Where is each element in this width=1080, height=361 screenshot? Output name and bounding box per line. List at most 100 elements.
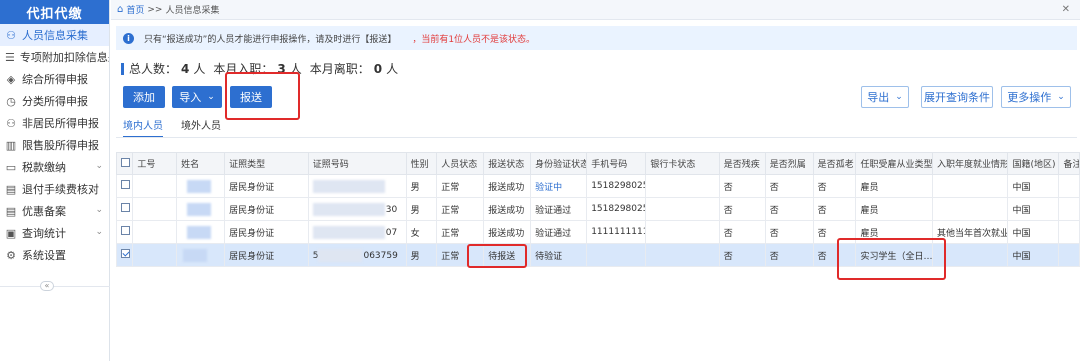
redacted-name [187,179,212,193]
chevron-down-icon: ⌄ [1057,92,1065,102]
sidebar-item-label: 非居民所得申报 [22,117,99,130]
employee-id-cell [132,174,178,198]
stats-left-unit: 人 [386,62,399,76]
id-number-cell [307,174,407,198]
gear-icon: ⚙ [6,248,16,262]
more-actions-label: 更多操作 [1007,91,1052,104]
stats-total-label: 总人数： [129,62,178,76]
cell-nation: 中国 [1007,243,1060,267]
sidebar-item-6[interactable]: ▭ 税款缴纳 ⌄ [0,156,109,178]
stats-total-unit: 人 [193,62,206,76]
row-select-cell[interactable] [115,197,134,221]
column-header[interactable]: 姓名 [176,152,226,175]
column-header[interactable]: 报送状态 [483,152,532,175]
cell-gender: 男 [405,174,438,198]
row-checkbox[interactable] [121,203,130,212]
column-header[interactable]: 是否孤老 [812,152,857,175]
close-tab-icon[interactable]: ✕ [1062,4,1070,15]
collapse-sidebar-button[interactable]: « [40,281,54,291]
home-icon[interactable]: ⌂ [117,4,123,15]
cell-gender: 男 [405,243,438,267]
row-select-cell[interactable] [115,220,134,244]
column-header[interactable]: 是否残疾 [718,152,766,175]
sidebar-item-8[interactable]: ▤ 优惠备案 ⌄ [0,200,109,222]
column-header[interactable]: 任职受雇从业类型 [855,152,933,175]
id-number-tail: 07 [385,227,398,238]
sidebar-item-1[interactable]: ☰ 专项附加扣除信息采集 [0,46,109,68]
redacted-name [187,225,212,239]
sidebar-item-7[interactable]: ▤ 退付手续费核对 [0,178,109,200]
cell-id_type: 居民身份证 [224,220,309,244]
sidebar-item-label: 退付手续费核对 [22,183,99,196]
tab-overseas[interactable]: 境外人员 [181,117,221,138]
import-button[interactable]: 导入 ⌄ [172,86,222,108]
row-select-cell[interactable] [115,174,134,198]
cell-verify[interactable]: 验证中 [530,174,588,198]
row-checkbox[interactable] [121,249,130,258]
row-checkbox[interactable] [121,180,130,189]
breadcrumb-home[interactable]: 首页 [126,3,144,16]
cell-id_type: 居民身份证 [224,197,309,221]
cell-id_type: 居民身份证 [224,243,309,267]
row-select-cell[interactable] [115,243,134,267]
table-row[interactable]: 居民身份证30男正常报送成功验证通过15182980259否否否雇员中国 [115,197,1080,221]
redacted-id-number [312,179,385,193]
more-actions-button[interactable]: 更多操作 ⌄ [1001,86,1071,108]
main-content: ⌂ 首页 >> 人员信息采集 ✕ i 只有“报送成功”的人员才能进行申报操作，请… [111,0,1080,361]
column-header[interactable]: 手机号码 [586,152,647,175]
column-header[interactable]: 银行卡状态 [645,152,720,175]
chevron-down-icon: ⌄ [95,227,103,237]
expand-query-button[interactable]: 展开查询条件 [921,86,993,108]
computer-icon: ▣ [5,226,17,240]
cell-year_emp [931,174,1009,198]
column-header[interactable]: 身份验证状态 [530,152,588,175]
tab-domestic[interactable]: 境内人员 [123,117,163,138]
select-all-cell[interactable] [115,152,134,175]
column-header[interactable]: 性别 [405,152,438,175]
cell-verify: 验证通过 [530,197,588,221]
column-header[interactable]: 证照类型 [224,152,309,175]
chevron-down-icon: ⌄ [207,92,215,102]
add-button[interactable]: 添加 [123,86,165,108]
stats-left-label: 本月离职： [309,62,370,76]
info-icon: i [123,32,134,44]
cell-phone [586,243,647,267]
export-button-label: 导出 [867,91,890,104]
column-header[interactable]: 入职年度就业情形 [931,152,1009,175]
column-header[interactable]: 备注 [1058,152,1080,175]
sidebar-item-5[interactable]: ▥ 限售股所得申报 [0,134,109,156]
sidebar-item-label: 系统设置 [22,249,66,262]
cell-martyr: 否 [764,243,814,267]
list-icon: ☰ [5,50,15,64]
person-icon: ⚇ [6,28,16,42]
column-header[interactable]: 人员状态 [436,152,485,175]
sidebar-item-0[interactable]: ⚇ 人员信息采集 [0,24,109,46]
id-number-tail: 063759 [363,250,398,261]
sidebar-item-10[interactable]: ⚙ 系统设置 [0,244,109,266]
table-row[interactable]: 居民身份证男正常报送成功验证中15182980259否否否雇员中国 [115,174,1080,198]
sidebar-item-label: 分类所得申报 [22,95,88,108]
employee-id-cell [132,243,178,267]
column-header[interactable]: 工号 [132,152,178,175]
sidebar-item-label: 查询统计 [22,227,66,240]
cell-gender: 男 [405,197,438,221]
select-all-checkbox[interactable] [121,157,130,167]
column-header[interactable]: 国籍(地区) [1007,152,1060,175]
name-cell-redacted [176,174,226,198]
table-header-row: 工号 姓名 证照类型 证照号码 性别 人员状态 报送状态 身份验证状态 手机号码 银行卡状态 是否残… [115,152,1080,175]
cell-status: 正常 [436,220,485,244]
sidebar-item-9[interactable]: ▣ 查询统计 ⌄ [0,222,109,244]
sidebar-item-label: 税款缴纳 [22,161,66,174]
app-logo: 代扣代缴 [0,0,109,24]
export-button[interactable]: 导出 ⌄ [861,86,909,108]
cell-remark [1058,220,1080,244]
column-header[interactable]: 证照号码 [307,152,407,175]
sidebar-item-3[interactable]: ◷ 分类所得申报 [0,90,109,112]
cell-phone: 15182980259 [586,197,647,221]
row-checkbox[interactable] [121,226,130,235]
redacted-id-number [312,202,385,216]
cell-disabled: 否 [718,243,766,267]
column-header[interactable]: 是否烈属 [764,152,814,175]
sidebar-item-4[interactable]: ⚇ 非居民所得申报 [0,112,109,134]
sidebar-item-2[interactable]: ◈ 综合所得申报 [0,68,109,90]
